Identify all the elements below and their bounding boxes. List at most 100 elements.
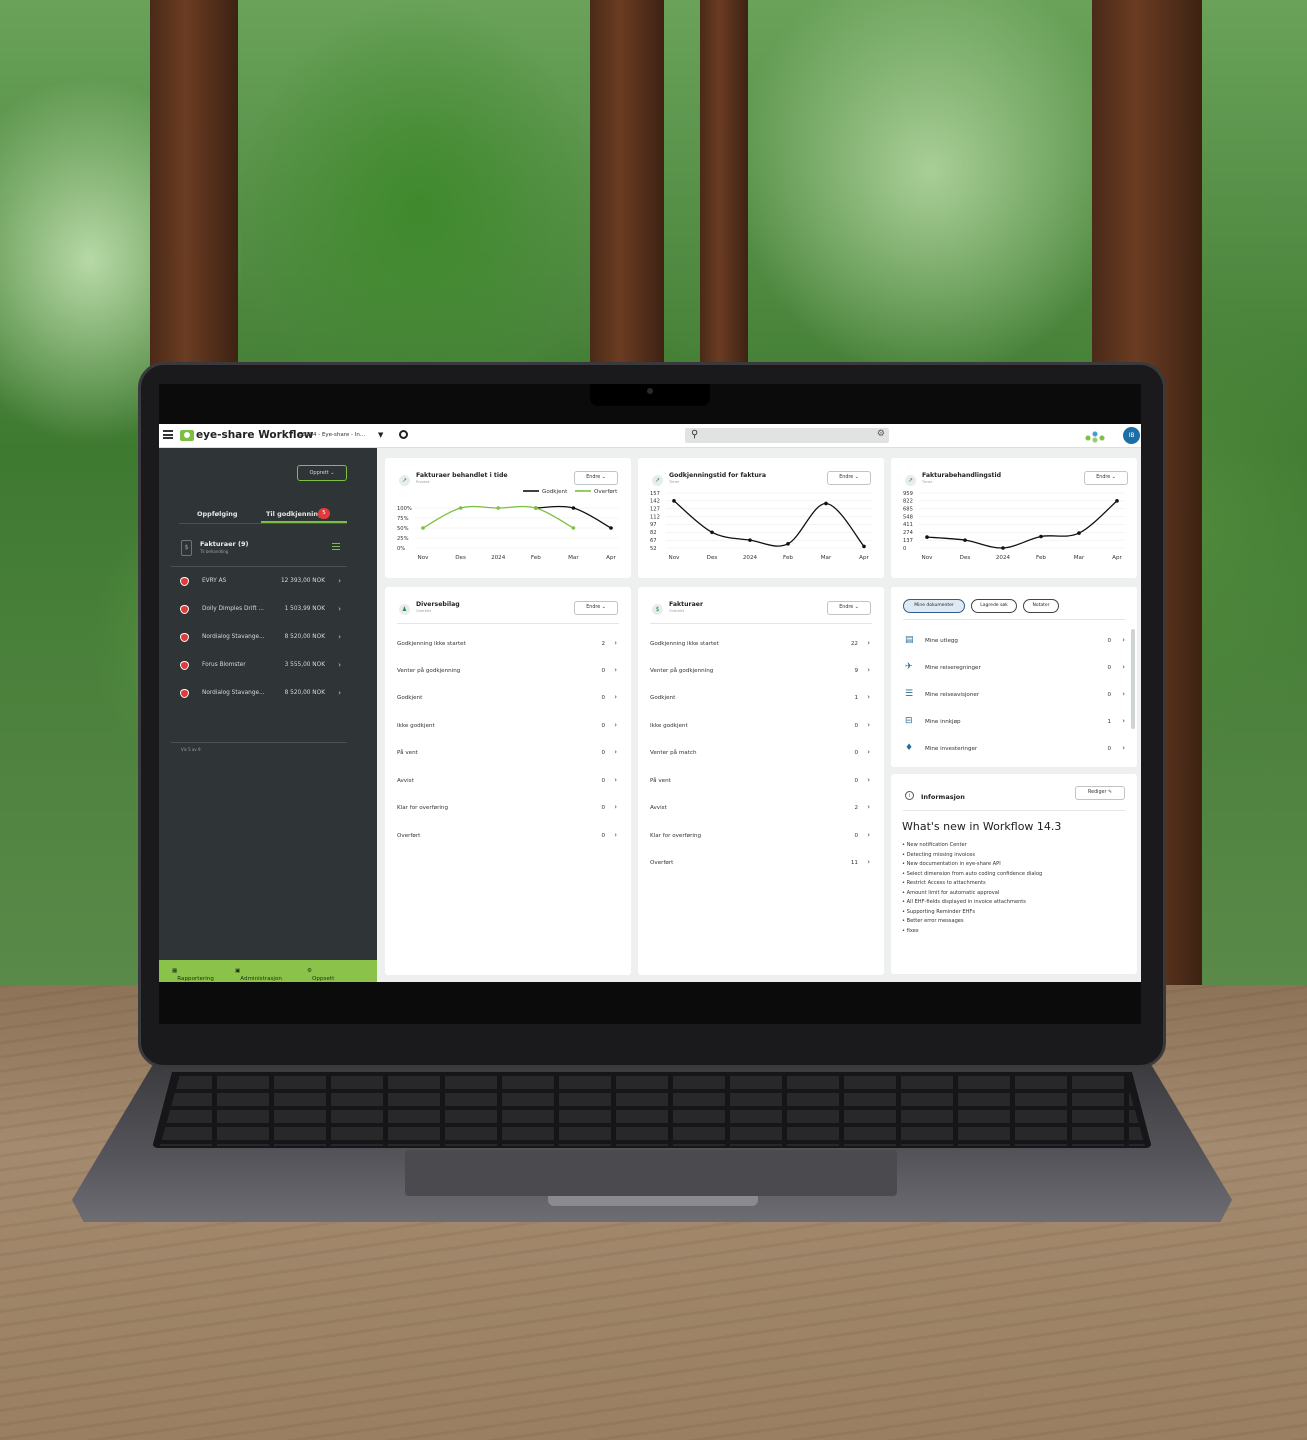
status-row[interactable]: Avvist 2 ›: [650, 802, 872, 816]
data-point: [421, 526, 425, 530]
x-tick-label: Nov: [922, 555, 934, 561]
tab-for-approval[interactable]: Til godkjenning: [266, 510, 323, 518]
tab-follow-up[interactable]: Oppfølging: [197, 510, 238, 518]
sidebar-footer: ▦ Rapportering ▣ Administrasjon ⚙ Oppset…: [159, 960, 377, 982]
x-tick-label: 2024: [743, 555, 758, 561]
footer-reporting[interactable]: ▦ Rapportering: [172, 968, 214, 982]
caret-down-icon[interactable]: ▼: [378, 431, 383, 439]
x-tick-label: Nov: [669, 555, 681, 561]
gear-icon[interactable]: [399, 430, 408, 439]
invoice-row[interactable]: Nordialog Stavange... 8 520,00 NOK ›: [171, 686, 347, 702]
edit-button-label: Endre: [586, 605, 601, 610]
doc-count: 0: [1107, 746, 1111, 752]
my-documents-row[interactable]: ♦ Mine investeringer 0 ›: [903, 741, 1127, 759]
status-row[interactable]: Godkjent 1 ›: [650, 692, 872, 706]
status-row[interactable]: På vent 0 ›: [397, 747, 619, 761]
shield-alert-icon: [180, 577, 189, 586]
status-row[interactable]: Ikke godkjent 0 ›: [397, 720, 619, 734]
y-tick-label: 548: [903, 514, 913, 520]
status-row[interactable]: Venter på godkjenning 9 ›: [650, 665, 872, 679]
chevron-right-icon: ›: [867, 721, 870, 729]
search-input[interactable]: ⚲ ⚙: [685, 428, 889, 443]
status-label: Overført: [397, 833, 421, 839]
edit-button[interactable]: Endre ⌄: [1084, 471, 1128, 485]
footer-setup[interactable]: ⚙ Oppsett: [307, 968, 334, 982]
top-bar: eye-share Workflow ES184 - Eye-share - I…: [159, 424, 1141, 448]
my-documents-row[interactable]: ⊟ Mine innkjøp 1 ›: [903, 714, 1127, 732]
status-row[interactable]: Avvist 0 ›: [397, 775, 619, 789]
status-row[interactable]: Klar for overføring 0 ›: [650, 830, 872, 844]
status-row[interactable]: Godkjent 0 ›: [397, 692, 619, 706]
status-label: Avvist: [650, 805, 667, 811]
news-item: • New documentation in eye-share API: [902, 861, 1001, 867]
chevron-right-icon: ›: [1122, 717, 1125, 725]
avatar[interactable]: IB: [1123, 427, 1140, 444]
status-row[interactable]: Venter på godkjenning 0 ›: [397, 665, 619, 679]
edit-info-button[interactable]: Rediger ✎: [1075, 786, 1125, 800]
edit-button[interactable]: Endre ⌄: [827, 471, 871, 485]
invoices-title[interactable]: Fakturaer (9): [200, 540, 248, 548]
invoice-row[interactable]: EVRY AS 12 393,00 NOK ›: [171, 574, 347, 590]
network-icon[interactable]: [1083, 429, 1107, 443]
status-label: Venter på godkjenning: [650, 668, 714, 674]
edit-button[interactable]: Endre ⌄: [827, 601, 871, 615]
status-row[interactable]: Overført 0 ›: [397, 830, 619, 844]
news-item: • Select dimension from auto coding conf…: [902, 870, 1043, 877]
chevron-right-icon: ›: [614, 693, 617, 701]
invoice-row[interactable]: Nordialog Stavange... 8 520,00 NOK ›: [171, 630, 347, 646]
show-more-link[interactable]: Vis 5 av 9: [181, 747, 201, 752]
eye-share-logo-icon: [180, 430, 194, 441]
search-settings-icon[interactable]: ⚙: [877, 429, 885, 439]
x-tick-label: Feb: [783, 555, 793, 561]
status-row[interactable]: Godkjenning ikke startet 22 ›: [650, 638, 872, 652]
status-row[interactable]: Godkjenning ikke startet 2 ›: [397, 638, 619, 652]
invoice-vendor: Nordialog Stavange...: [202, 634, 265, 640]
edit-button[interactable]: Endre ⌄: [574, 471, 618, 485]
doc-count: 0: [1107, 638, 1111, 644]
status-row[interactable]: På vent 0 ›: [650, 775, 872, 789]
doc-count: 1: [1107, 719, 1111, 725]
create-button[interactable]: Opprett ⌄: [297, 465, 347, 481]
invoices-overview-card: $ Fakturaer Oversikt Endre ⌄ Godkjenning…: [638, 587, 884, 975]
my-documents-row[interactable]: ✈ Mine reiseregninger 0 ›: [903, 660, 1127, 678]
status-row[interactable]: Venter på match 0 ›: [650, 747, 872, 761]
invoice-vendor: Nordialog Stavange...: [202, 690, 265, 696]
status-row[interactable]: Overført 11 ›: [650, 857, 872, 871]
data-point: [1039, 534, 1043, 539]
status-row[interactable]: Ikke godkjent 0 ›: [650, 720, 872, 734]
status-row[interactable]: Klar for overføring 0 ›: [397, 802, 619, 816]
card-subtitle: Oversikt: [669, 609, 685, 613]
news-item: • fixes: [902, 927, 919, 934]
hamburger-icon[interactable]: [163, 430, 173, 439]
edit-button[interactable]: Endre ⌄: [574, 601, 618, 615]
tab-saved-searches[interactable]: Lagrede søk: [971, 599, 1017, 613]
tab-my-documents[interactable]: Mine dokumenter: [903, 599, 965, 613]
invoice-amount: 3 555,00 NOK: [284, 662, 325, 668]
series-line: [673, 500, 865, 547]
invoice-row[interactable]: Forus Blomster 3 555,00 NOK ›: [171, 658, 347, 674]
invoice-amount: 8 520,00 NOK: [284, 634, 325, 640]
y-tick-label: 274: [903, 530, 914, 536]
invoice-row[interactable]: Dolly Dimples Drift ... 1 503,99 NOK ›: [171, 602, 347, 618]
client-selector[interactable]: ES184 - Eye-share - In...: [299, 432, 365, 438]
doc-count: 0: [1107, 692, 1111, 698]
list-icon: ☰: [905, 689, 914, 699]
x-tick-label: Apr: [606, 555, 616, 561]
x-tick-label: Mar: [821, 555, 832, 561]
news-item: • All EHF-fields displayed in invoice at…: [902, 899, 1026, 905]
laptop-front-notch: [548, 1196, 758, 1206]
scrollbar[interactable]: [1131, 629, 1135, 729]
card-title: Godkjenningstid for faktura: [669, 472, 767, 479]
data-point: [571, 506, 576, 510]
my-documents-row[interactable]: ☰ Mine reiseavisjoner 0 ›: [903, 687, 1127, 705]
list-view-icon[interactable]: [332, 543, 340, 550]
tab-notes[interactable]: Notater: [1023, 599, 1059, 613]
data-point: [672, 499, 676, 503]
y-tick-label: 137: [903, 538, 913, 544]
app-title[interactable]: eye-share Workflow: [196, 429, 314, 441]
my-documents-row[interactable]: ▤ Mine utlegg 0 ›: [903, 633, 1127, 651]
news-item: • Restrict Access to attachments: [902, 880, 986, 886]
footer-administration[interactable]: ▣ Administrasjon: [235, 968, 282, 982]
divider: [397, 623, 619, 624]
legend-label: Overført: [594, 489, 618, 495]
